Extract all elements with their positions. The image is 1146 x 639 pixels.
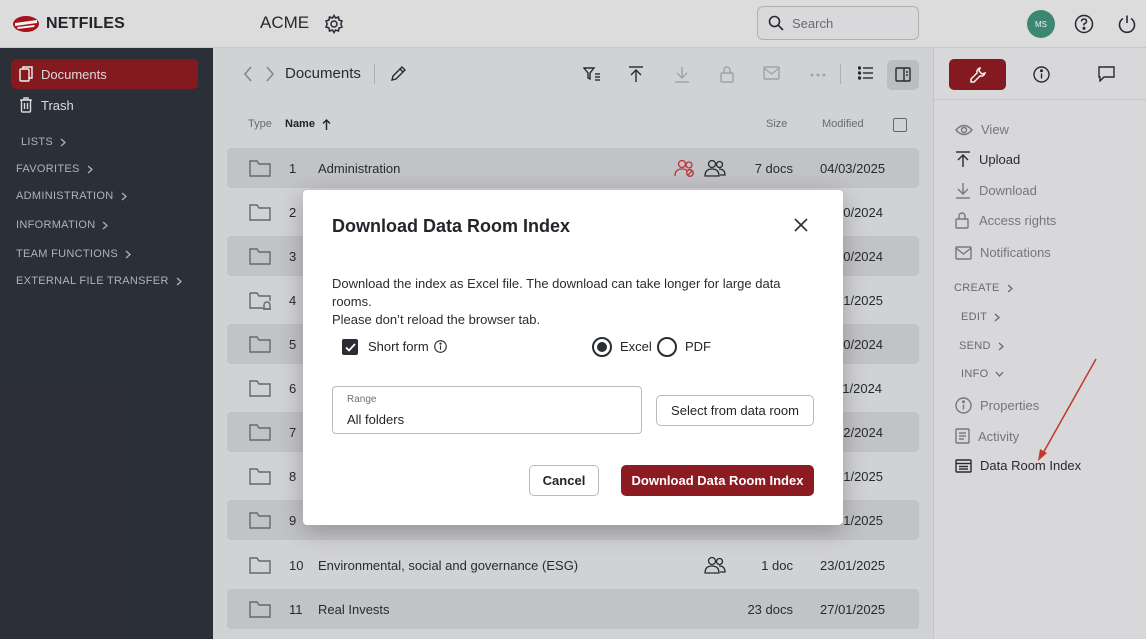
button-label: Select from data room xyxy=(671,403,799,418)
checkmark-icon xyxy=(344,342,356,352)
format-excel-radio[interactable] xyxy=(592,337,612,357)
format-pdf-radio[interactable] xyxy=(657,337,677,357)
button-label: Cancel xyxy=(542,473,586,488)
short-form-label: Short form xyxy=(368,339,447,354)
radio-selected-dot xyxy=(597,342,607,352)
close-icon xyxy=(794,218,808,232)
dialog-description: Download the index as Excel file. The do… xyxy=(332,275,822,329)
description-line: Download the index as Excel file. The do… xyxy=(332,276,781,309)
short-form-checkbox[interactable] xyxy=(342,339,358,355)
range-value: All folders xyxy=(347,412,405,427)
range-label: Range xyxy=(347,394,377,405)
range-field[interactable]: Range All folders xyxy=(332,386,642,434)
description-line: Please don’t reload the browser tab. xyxy=(332,312,541,327)
dialog-title: Download Data Room Index xyxy=(332,216,571,236)
info-circle-icon[interactable] xyxy=(433,340,447,353)
select-from-data-room-button[interactable]: Select from data room xyxy=(656,395,814,426)
download-index-dialog: Download Data Room Index Download the in… xyxy=(303,190,843,525)
button-label: Download Data Room Index xyxy=(631,473,804,488)
format-excel-label: Excel xyxy=(620,339,652,354)
close-button[interactable] xyxy=(794,218,808,232)
cancel-button[interactable]: Cancel xyxy=(529,465,599,496)
format-pdf-label: PDF xyxy=(685,339,711,354)
annotation-arrow-icon xyxy=(1038,358,1097,461)
download-index-button[interactable]: Download Data Room Index xyxy=(621,465,814,496)
short-form-text: Short form xyxy=(368,339,429,354)
